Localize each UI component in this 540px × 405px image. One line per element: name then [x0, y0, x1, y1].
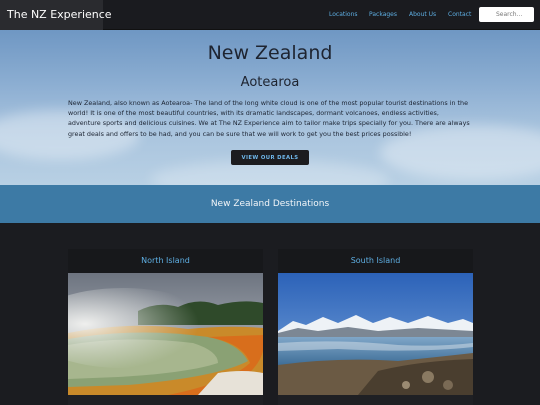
search-input[interactable] — [479, 7, 534, 22]
nav-link-about-us[interactable]: About Us — [409, 0, 436, 30]
destinations-band: New Zealand Destinations — [0, 185, 540, 223]
nav-link-packages[interactable]: Packages — [369, 0, 397, 30]
hero-section: New Zealand Aotearoa New Zealand, also k… — [0, 30, 540, 185]
card-title: South Island — [350, 256, 401, 265]
hero-subtitle: Aotearoa — [240, 75, 300, 90]
mountain-lake-image — [278, 273, 473, 395]
destinations-heading: New Zealand Destinations — [210, 199, 330, 209]
destination-card-north-island[interactable]: North Island — [68, 249, 263, 405]
hero-title: New Zealand — [207, 42, 333, 64]
card-header: South Island — [278, 249, 473, 273]
brand-logo[interactable]: The NZ Experience — [0, 0, 112, 30]
navbar: The NZ Experience Locations Packages Abo… — [0, 0, 540, 30]
geothermal-pool-image — [68, 273, 263, 395]
mountain-lake-image — [278, 273, 473, 395]
nav-link-contact[interactable]: Contact — [448, 0, 471, 30]
nav-link-locations[interactable]: Locations — [329, 0, 358, 30]
geothermal-pool-image — [68, 273, 263, 395]
view-deals-button[interactable]: VIEW OUR DEALS — [231, 150, 309, 165]
card-header: North Island — [68, 249, 263, 273]
hero-description: New Zealand, also known as Aotearoa- The… — [68, 99, 470, 138]
destination-card-south-island[interactable]: South Island — [278, 249, 473, 405]
card-title: North Island — [141, 256, 190, 265]
